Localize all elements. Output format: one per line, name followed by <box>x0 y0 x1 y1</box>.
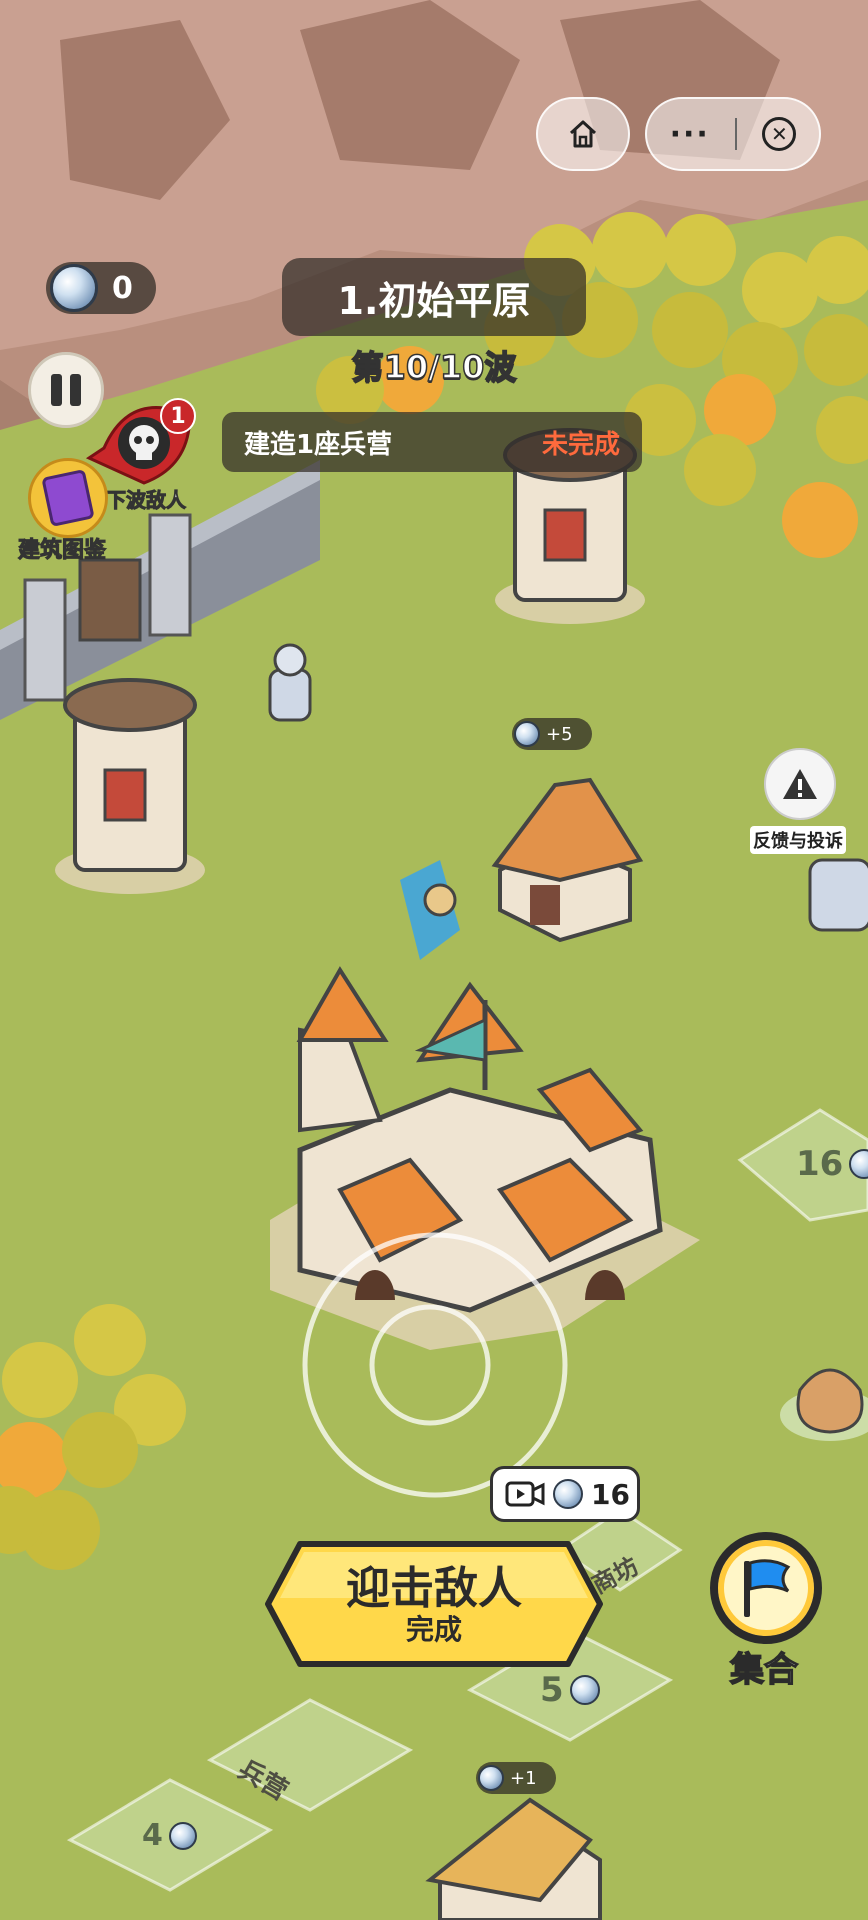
quest-status: 未完成 <box>541 429 620 460</box>
plot-cost-4[interactable]: 4 <box>142 1818 197 1853</box>
attack-title: 迎击敌人 <box>346 1563 522 1614</box>
rally-label: 集合 <box>729 1649 799 1691</box>
gem-icon <box>168 1821 197 1850</box>
pause-icon <box>51 374 81 406</box>
feedback-button[interactable]: 反馈与投诉 <box>748 748 858 858</box>
close-icon[interactable]: ✕ <box>762 117 797 151</box>
gem-icon <box>553 1479 583 1509</box>
gem-icon <box>569 1675 600 1705</box>
level-name: 1.初始平原 <box>337 278 531 323</box>
next-wave-badge: 1 <box>160 398 196 434</box>
plot-cost-16[interactable]: 16 <box>796 1144 868 1184</box>
flag-icon <box>710 1532 822 1644</box>
attack-enemy-button[interactable]: 迎击敌人 完成 <box>264 1540 604 1668</box>
home-icon <box>569 120 597 148</box>
level-title-panel: 1.初始平原 <box>282 258 586 336</box>
home-button[interactable] <box>536 97 630 171</box>
gem-icon <box>849 1149 868 1179</box>
knight-group <box>808 858 868 932</box>
feedback-label: 反馈与投诉 <box>750 826 846 854</box>
quest-bar: 建造1座兵营 未完成 <box>222 412 642 472</box>
gold-reward-plus1[interactable]: +1 <box>476 1762 556 1794</box>
gold-reward-plus5[interactable]: +5 <box>512 718 592 750</box>
warning-icon <box>764 748 836 820</box>
quest-text: 建造1座兵营 <box>244 429 393 460</box>
building-codex-label: 建筑图鉴 <box>17 538 107 564</box>
gem-count: 0 <box>112 270 133 306</box>
gem-icon <box>478 1765 504 1791</box>
gold-reward-value: +5 <box>546 723 573 745</box>
attack-subtitle: 完成 <box>405 1613 462 1646</box>
book-icon <box>28 458 108 538</box>
gem-counter: 0 <box>46 262 156 314</box>
more-icon[interactable]: ··· <box>670 117 710 152</box>
capsule-menu: ··· ✕ <box>645 97 821 171</box>
gold-reward-value: +1 <box>510 1767 537 1789</box>
knight-unit <box>268 643 312 722</box>
building-codex-button[interactable]: 建筑图鉴 <box>17 456 128 566</box>
wave-counter: 第10/10波 <box>351 347 517 387</box>
rally-button[interactable]: 集合 <box>706 1532 826 1691</box>
video-reward-cost: 16 <box>591 1477 630 1511</box>
video-reward-tag[interactable]: 16 <box>490 1466 640 1522</box>
capsule-divider <box>735 118 738 150</box>
gem-icon <box>514 721 540 747</box>
plot-cost-5[interactable]: 5 <box>540 1670 600 1710</box>
watch-tower-left <box>55 678 205 894</box>
video-icon <box>505 1481 545 1507</box>
gem-icon <box>50 264 98 312</box>
